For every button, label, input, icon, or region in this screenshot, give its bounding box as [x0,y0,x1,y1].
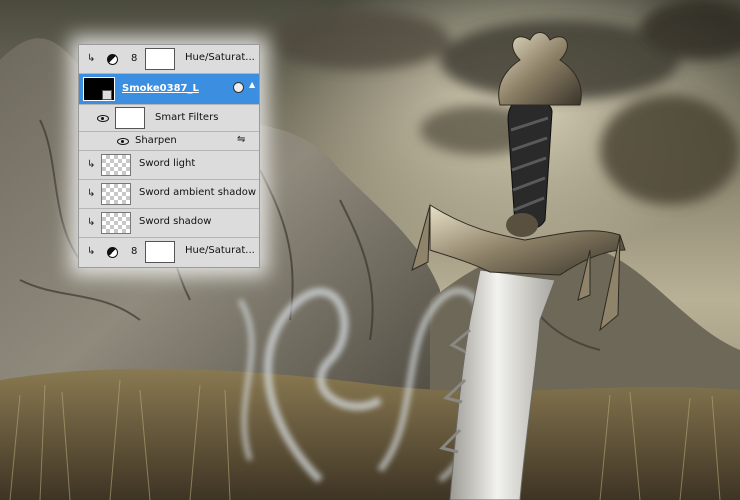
layer-row-hue-saturation-top[interactable]: ↳ 8 Hue/Saturat... [79,45,259,74]
clipping-mask-icon: ↳ [87,217,96,228]
layer-row-hue-saturation-bottom[interactable]: ↳ 8 Hue/Saturat... [79,238,259,267]
visibility-eye-icon[interactable] [117,138,129,145]
layer-thumbnail [101,183,131,205]
grass-field [0,368,740,500]
layer-thumbnail [101,154,131,176]
clipping-mask-icon: ↳ [87,159,96,170]
layer-row-sword-light[interactable]: ↳ Sword light [79,151,259,180]
adjustment-layer-icon [107,247,118,258]
sharpen-filter-row[interactable]: Sharpen ⇋ [79,132,259,151]
chain-link-icon: 8 [131,246,138,257]
layer-name: Hue/Saturat... [185,52,255,63]
layer-row-sword-shadow[interactable]: ↳ Sword shadow [79,209,259,238]
smart-object-thumbnail [83,77,115,101]
filter-blending-options-icon[interactable]: ⇋ [237,134,245,145]
visibility-eye-icon[interactable] [97,115,109,122]
clipping-mask-icon: ↳ [87,246,96,257]
smart-filters-row[interactable]: Smart Filters [79,105,259,132]
layer-mask-thumbnail [145,241,175,263]
layer-name: Sword shadow [139,216,212,227]
layer-name: Sword ambient shadow [139,187,257,198]
filter-mask-thumbnail [115,107,145,129]
smart-filters-label: Smart Filters [155,112,219,123]
layer-name: Sword light [139,158,196,169]
clipping-mask-icon: ↳ [87,53,96,64]
smart-object-icon [102,90,112,100]
clipping-mask-icon: ↳ [87,188,96,199]
layer-thumbnail [101,212,131,234]
scroll-up-icon[interactable]: ▲ [249,80,255,89]
chain-link-icon: 8 [131,53,138,64]
smart-filter-indicator-icon [233,82,244,93]
sword-skull-ornament [506,213,538,237]
layer-mask-thumbnail [145,48,175,70]
layer-row-sword-ambient-shadow[interactable]: ↳ Sword ambient shadow [79,180,259,209]
layers-panel: ↳ 8 Hue/Saturat... Smoke0387_L ▲ Smart F… [78,44,260,268]
layer-row-smoke[interactable]: Smoke0387_L ▲ [79,74,259,105]
adjustment-layer-icon [107,54,118,65]
filter-name: Sharpen [135,135,177,146]
layer-name: Hue/Saturat... [185,245,255,256]
layer-name: Smoke0387_L [122,83,199,94]
